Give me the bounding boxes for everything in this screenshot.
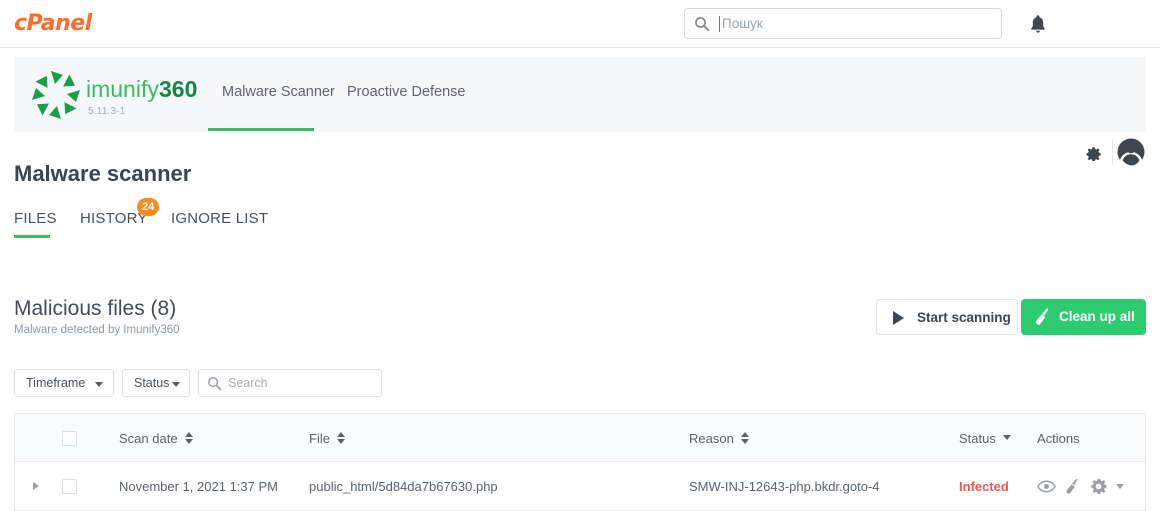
tab-active-underline (14, 235, 50, 238)
column-header-file[interactable]: File (309, 414, 689, 462)
cell-scan-date: November 1, 2021 1:37 PM (119, 478, 278, 494)
clean-up-all-label: Clean up all (1059, 309, 1135, 324)
chevron-down-icon (95, 382, 103, 387)
select-all-checkbox-cell (62, 414, 88, 462)
nav-item-proactive-defense[interactable]: Proactive Defense (347, 84, 465, 100)
chevron-down-icon[interactable] (1116, 483, 1124, 489)
cpanel-search-box[interactable]: Пошук (684, 8, 1002, 39)
header-divider (1112, 139, 1113, 165)
sort-icon[interactable] (740, 431, 750, 445)
chevron-right-icon[interactable] (33, 482, 39, 490)
play-icon (893, 311, 904, 325)
chevron-down-icon (172, 382, 180, 387)
status-filter-label: Status (134, 376, 170, 390)
page-title: Malware scanner (14, 161, 192, 186)
status-badge: Infected (959, 478, 1009, 494)
status-filter-dropdown[interactable]: Status (122, 369, 190, 397)
column-header-scan-date[interactable]: Scan date (119, 414, 309, 462)
table-row: November 1, 2021 1:37 PM public_html/5d8… (15, 462, 1145, 510)
nav-item-malware-scanner[interactable]: Malware Scanner (222, 84, 335, 100)
imunify360-wordmark: imunify 360 (86, 75, 204, 105)
text-cursor (719, 16, 720, 32)
column-header-actions: Actions (1037, 414, 1147, 462)
broom-icon (1035, 308, 1049, 325)
imunify-version: 5.11.3-1 (88, 106, 126, 117)
column-header-status-label: Status (959, 430, 996, 446)
tab-ignore-list[interactable]: IGNORE LIST (171, 210, 268, 227)
cpanel-header: cPanel Пошук (0, 0, 1160, 48)
tab-history[interactable]: HISTORY (80, 210, 148, 227)
section-title: Malicious files (8) (14, 297, 177, 320)
malicious-files-table: Scan date File Reason Status Actions Nov… (14, 413, 1146, 511)
svg-text:360: 360 (159, 76, 197, 102)
cpanel-logo[interactable]: cPanel (14, 11, 92, 36)
bell-icon[interactable] (1028, 13, 1048, 35)
cpanel-search-placeholder: Пошук (722, 16, 763, 31)
column-header-scan-date-label: Scan date (119, 430, 178, 446)
column-header-actions-label: Actions (1037, 430, 1080, 446)
clean-up-all-button[interactable]: Clean up all (1021, 299, 1146, 335)
timeframe-filter-dropdown[interactable]: Timeframe (14, 369, 114, 397)
gear-icon[interactable] (1084, 143, 1102, 161)
sort-descending-icon[interactable] (1002, 431, 1012, 445)
table-header-row: Scan date File Reason Status Actions (15, 414, 1145, 462)
section-subtitle: Malware detected by Imunify360 (14, 324, 180, 336)
timeframe-filter-label: Timeframe (26, 376, 86, 390)
broom-icon[interactable] (1063, 477, 1082, 496)
nav-active-underline (208, 128, 314, 131)
sort-icon[interactable] (336, 431, 346, 445)
eye-icon[interactable] (1037, 477, 1056, 496)
row-expand-cell (33, 462, 55, 510)
row-checkbox-cell (62, 462, 88, 510)
search-icon (208, 377, 222, 391)
column-header-file-label: File (309, 430, 330, 446)
imunify-nav-band: imunify 360 5.11.3-1 Malware Scanner Pro… (14, 57, 1146, 167)
gear-icon[interactable] (1089, 477, 1108, 496)
start-scanning-label: Start scanning (917, 310, 1011, 325)
cell-reason: SMW-INJ-12643-php.bkdr.goto-4 (689, 478, 880, 494)
svg-text:imunify: imunify (86, 76, 159, 102)
search-icon (695, 17, 710, 32)
table-search-placeholder: Search (228, 376, 268, 390)
tab-files[interactable]: FILES (14, 210, 57, 227)
select-all-checkbox[interactable] (62, 430, 77, 446)
row-checkbox[interactable] (62, 478, 77, 494)
column-header-reason[interactable]: Reason (689, 414, 959, 462)
history-count-badge: 24 (137, 198, 160, 216)
imunify360-logo-icon (32, 71, 80, 119)
column-header-reason-label: Reason (689, 430, 734, 446)
cell-file: public_html/5d84da7b67630.php (309, 478, 498, 494)
table-search-input[interactable]: Search (198, 369, 382, 397)
start-scanning-button[interactable]: Start scanning (876, 299, 1018, 335)
user-avatar-icon[interactable] (1116, 137, 1146, 167)
cell-actions (1037, 462, 1147, 510)
sort-icon[interactable] (184, 431, 194, 445)
